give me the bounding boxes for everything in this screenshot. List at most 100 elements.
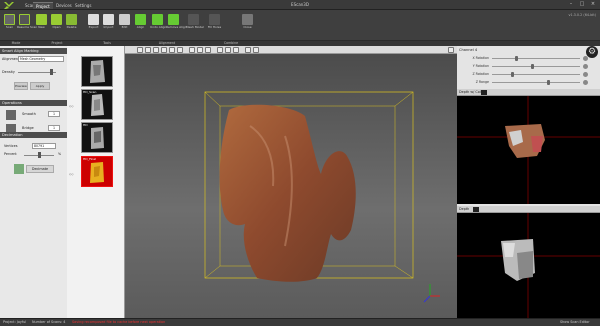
view-right-icon[interactable]: [161, 47, 167, 53]
scan-thumbnail[interactable]: HD: [81, 122, 113, 153]
smooth-input[interactable]: 1: [48, 111, 60, 117]
remove-align-icon: [168, 14, 179, 25]
wireframe-icon[interactable]: [189, 47, 195, 53]
scan-thumbnail-selected[interactable]: HD_Final: [81, 156, 113, 187]
scan-button[interactable]: Scan: [2, 14, 17, 36]
bridge-input[interactable]: 1: [48, 125, 60, 131]
move-icon[interactable]: [245, 47, 251, 53]
decimate-button[interactable]: Decimate: [26, 165, 54, 173]
align-button[interactable]: Align: [133, 14, 148, 36]
y-rotation-slider[interactable]: Y Rotation: [459, 63, 590, 70]
delete-button[interactable]: Delete: [64, 14, 79, 36]
scan-thumbnail[interactable]: [81, 56, 113, 87]
scan-row-icon[interactable]: ◇◇: [69, 172, 74, 176]
settings-gear-icon[interactable]: ⚙: [586, 46, 598, 58]
select-icon[interactable]: [217, 47, 223, 53]
scan-icon: [4, 14, 15, 25]
camera-icon[interactable]: [481, 90, 487, 95]
close-icon[interactable]: ×: [588, 1, 598, 8]
depth-feed-icon: [457, 213, 600, 318]
vertices-input[interactable]: 80791: [32, 143, 56, 149]
fill-holes-button[interactable]: Fill Holes: [207, 14, 222, 36]
scan-preview-icon: [90, 60, 105, 83]
help-icon[interactable]: [448, 47, 454, 53]
new-button[interactable]: New: [34, 14, 49, 36]
texture-icon[interactable]: [205, 47, 211, 53]
operations-header: Operations: [0, 100, 67, 106]
percent-unit: %: [58, 152, 62, 156]
show-scan-editor-link[interactable]: Show Scan Editor: [560, 318, 590, 326]
fit-view-icon[interactable]: [233, 47, 239, 53]
import-icon: [103, 14, 114, 25]
viewport-toolbar: [125, 46, 457, 54]
reset-icon[interactable]: [583, 80, 588, 85]
depth-camera-icon[interactable]: [473, 207, 479, 212]
density-label: Density: [2, 70, 15, 74]
percent-label: Percent: [4, 152, 17, 156]
undo-align-icon: [152, 14, 163, 25]
edit-icon: [119, 14, 130, 25]
resume-scan-button[interactable]: Resume Scan: [17, 14, 37, 36]
vertices-label: Vertices: [4, 144, 18, 148]
3d-viewport[interactable]: [125, 46, 457, 318]
z-rotation-slider[interactable]: Z Rotation: [459, 71, 590, 78]
scan-row-icon[interactable]: ◇◇: [69, 104, 74, 108]
status-warning: Saving recomposed file to cache before n…: [72, 320, 166, 324]
smooth-icon: [6, 110, 16, 120]
reset-icon[interactable]: [583, 64, 588, 69]
z-range-slider[interactable]: Z Range: [459, 79, 590, 86]
view-back-icon[interactable]: [145, 47, 151, 53]
3d-model-view: [204, 91, 440, 303]
close-button[interactable]: Close: [240, 14, 255, 36]
alignment-label: Alignment: [2, 57, 20, 61]
smart-align-header: Smart Align Marking: [0, 48, 67, 54]
decimation-header: Decimation: [0, 132, 67, 138]
scan-list: ◇◇ HD_Scan HD ◇◇ HD_Final: [67, 46, 125, 318]
status-scan-count: Number of Scans: 4: [32, 320, 66, 324]
color-feed-icon: [457, 96, 600, 204]
alignment-select[interactable]: Mesh Geometry: [18, 56, 64, 62]
view-top-icon[interactable]: [169, 47, 175, 53]
scan-thumbnail[interactable]: HD_Scan: [81, 89, 113, 120]
tab-settings[interactable]: Settings: [72, 2, 94, 9]
density-slider-knob[interactable]: [50, 69, 53, 75]
scan-preview-icon: [91, 94, 104, 116]
view-front-icon[interactable]: [137, 47, 143, 53]
color-camera-view: [457, 96, 600, 204]
lasso-icon[interactable]: [225, 47, 231, 53]
minimize-icon[interactable]: –: [566, 1, 576, 8]
x-rotation-slider[interactable]: X Rotation: [459, 55, 590, 62]
delete-icon: [66, 14, 77, 25]
channel-header: Channel 4: [459, 48, 478, 52]
percent-slider-knob[interactable]: [38, 152, 41, 158]
left-panel: Smart Align Marking Alignment Mesh Geome…: [0, 46, 67, 318]
smooth-label: Smooth: [22, 112, 36, 116]
rotate-icon[interactable]: [253, 47, 259, 53]
scan-label: HD: [83, 123, 88, 127]
export-icon: [88, 14, 99, 25]
reset-icon[interactable]: [583, 72, 588, 77]
import-button[interactable]: Import: [101, 14, 116, 36]
version-label: v1.3.0.2 (64-bit): [568, 13, 596, 17]
apply-button[interactable]: Apply: [30, 82, 50, 90]
preview-button[interactable]: Preview: [14, 82, 28, 90]
mesh-model-button[interactable]: Mesh Model: [186, 14, 204, 36]
scan-preview-icon: [90, 162, 104, 183]
app-logo-icon: [4, 2, 14, 9]
open-button[interactable]: Open: [49, 14, 64, 36]
maximize-icon[interactable]: □: [577, 1, 587, 8]
window-title: EScan3D: [291, 2, 309, 7]
mesh-icon: [188, 14, 199, 25]
view-bottom-icon[interactable]: [177, 47, 183, 53]
depth-color-header: Depth w/ Coll: [457, 89, 600, 96]
scan-preview-icon: [91, 127, 104, 149]
export-button[interactable]: Export: [86, 14, 101, 36]
solid-icon[interactable]: [197, 47, 203, 53]
edit-button[interactable]: Edit: [117, 14, 132, 36]
undo-align-button[interactable]: Undo Align: [150, 14, 166, 36]
remove-align-button[interactable]: Remove Align: [166, 14, 187, 36]
status-project: Project: Joyful: [3, 320, 27, 324]
axis-gizmo-icon: [423, 284, 440, 303]
tab-project[interactable]: Project: [33, 2, 53, 9]
view-left-icon[interactable]: [153, 47, 159, 53]
